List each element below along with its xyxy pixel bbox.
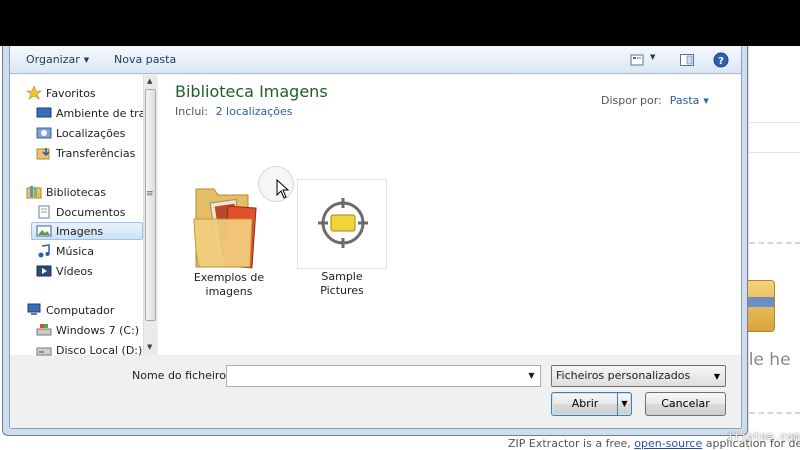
library-title: Biblioteca Imagens xyxy=(175,82,328,101)
open-file-dialog: Organizar ▼ Nova pasta ▼ ? Favoritos Amb… xyxy=(2,46,748,436)
background-dropzone-border xyxy=(749,242,800,244)
watermark: itjotn≡.com xyxy=(727,430,800,443)
nav-label: Documentos xyxy=(56,205,126,219)
footer-text: ZIP Extractor is a free, xyxy=(508,437,631,450)
item-label: Exemplos de imagens xyxy=(193,271,265,298)
desktop-icon xyxy=(36,107,52,118)
nav-music[interactable]: Música xyxy=(36,242,143,260)
help-button[interactable]: ? xyxy=(713,52,729,68)
svg-text:?: ? xyxy=(718,56,724,67)
view-menu-button[interactable]: ▼ xyxy=(650,53,655,61)
nav-label: Bibliotecas xyxy=(46,185,107,199)
pictures-icon xyxy=(36,225,52,237)
arrange-value: Pasta xyxy=(669,94,700,107)
nav-favorites[interactable]: Favoritos xyxy=(26,84,142,102)
chevron-down-icon: ▼ xyxy=(83,55,90,64)
scroll-up-icon[interactable]: ▲ xyxy=(147,77,152,85)
open-source-link[interactable]: open-source xyxy=(634,437,702,450)
documents-icon xyxy=(38,205,50,219)
includes-label: Inclui: xyxy=(175,105,209,118)
cancel-button[interactable]: Cancelar xyxy=(645,392,726,416)
background-side-panel xyxy=(748,46,800,450)
background-divider xyxy=(749,122,800,123)
dialog-body: Organizar ▼ Nova pasta ▼ ? Favoritos Amb… xyxy=(9,46,742,429)
picture-folder-icon xyxy=(193,188,257,269)
filename-input[interactable] xyxy=(226,365,541,387)
nav-label: Vídeos xyxy=(56,264,93,278)
filename-history-dropdown[interactable]: ▼ xyxy=(523,366,540,386)
library-includes: Inclui: 2 localizações xyxy=(175,105,293,118)
file-type-select[interactable]: Ficheiros personalizados ▼ xyxy=(551,365,726,387)
chevron-down-icon: ▼ xyxy=(713,372,720,381)
filename-label: Nome do ficheiro: xyxy=(132,369,230,382)
open-button[interactable]: Abrir ▼ xyxy=(551,392,632,416)
downloads-folder-icon xyxy=(36,148,50,160)
new-folder-label: Nova pasta xyxy=(114,53,177,66)
view-options-icon xyxy=(630,54,644,66)
nav-downloads[interactable]: Transferências xyxy=(36,144,143,162)
grip-icon: ≡ xyxy=(146,189,154,199)
nav-label: Localizações xyxy=(56,126,126,140)
nav-pictures[interactable]: Imagens xyxy=(31,222,143,240)
nav-label: Imagens xyxy=(56,224,104,238)
computer-icon xyxy=(27,303,41,315)
nav-scrollbar[interactable]: ▲ ≡ ▼ xyxy=(143,75,157,355)
arrange-by-dropdown[interactable]: Pasta ▼ xyxy=(670,94,709,107)
nav-label: Música xyxy=(56,244,95,258)
file-list-area: Biblioteca Imagens Inclui: 2 localizaçõe… xyxy=(158,75,741,355)
preview-pane-icon xyxy=(680,54,694,66)
background-divider xyxy=(749,152,800,153)
nav-libraries[interactable]: Bibliotecas xyxy=(26,183,142,201)
libraries-icon xyxy=(26,186,42,199)
nav-videos[interactable]: Vídeos xyxy=(36,262,143,280)
nav-computer[interactable]: Computador xyxy=(26,301,142,319)
dialog-footer: Nome do ficheiro: ▼ Ficheiros personaliz… xyxy=(10,356,741,428)
new-folder-button[interactable]: Nova pasta xyxy=(114,53,176,66)
navigation-pane: Favoritos Ambiente de trab Localizações … xyxy=(10,75,157,357)
scroll-down-icon[interactable]: ▼ xyxy=(147,343,152,351)
hard-drive-icon xyxy=(36,347,52,356)
open-options-dropdown[interactable]: ▼ xyxy=(617,393,631,415)
folder-item-sample-pictures[interactable]: Sample Pictures xyxy=(297,179,387,297)
scroll-thumb[interactable] xyxy=(145,89,156,321)
nav-label: Ambiente de trab xyxy=(56,106,143,120)
item-label: Sample Pictures xyxy=(320,270,364,297)
chevron-down-icon: ▼ xyxy=(650,53,656,61)
preview-pane-button[interactable] xyxy=(679,52,695,68)
arrange-by: Dispor por: Pasta ▼ xyxy=(601,94,709,107)
nav-label: Windows 7 (C:) xyxy=(56,323,140,337)
recent-places-icon xyxy=(36,127,52,139)
folder-item-exemplos[interactable]: Exemplos de imagens xyxy=(184,179,274,309)
background-dropzone-border xyxy=(749,412,800,414)
videos-icon xyxy=(36,265,52,277)
nav-drive-c[interactable]: Windows 7 (C:) xyxy=(36,321,143,339)
nav-label: Disco Local (D:) xyxy=(56,343,143,357)
organize-button[interactable]: Organizar ▼ xyxy=(26,53,89,66)
nav-label: Favoritos xyxy=(46,86,96,100)
star-icon xyxy=(26,86,42,100)
nav-documents[interactable]: Documentos xyxy=(36,203,143,221)
locations-link[interactable]: 2 localizações xyxy=(216,105,293,118)
nav-label: Computador xyxy=(46,303,115,317)
arrange-label: Dispor por: xyxy=(601,94,662,107)
music-icon xyxy=(38,244,50,258)
chevron-down-icon: ▼ xyxy=(703,96,709,105)
command-bar: Organizar ▼ Nova pasta ▼ ? xyxy=(10,46,741,74)
nav-recent-places[interactable]: Localizações xyxy=(36,124,143,142)
filter-value: Ficheiros personalizados xyxy=(556,369,691,382)
mouse-cursor-icon xyxy=(276,179,290,199)
open-label: Abrir xyxy=(571,397,599,410)
windows-drive-icon xyxy=(36,324,52,336)
nav-label: Transferências xyxy=(56,146,136,160)
change-view-button[interactable] xyxy=(629,52,645,68)
nav-desktop[interactable]: Ambiente de trab xyxy=(36,104,143,122)
help-icon: ? xyxy=(713,52,729,68)
target-icon xyxy=(318,198,368,248)
organize-label: Organizar xyxy=(26,53,80,66)
